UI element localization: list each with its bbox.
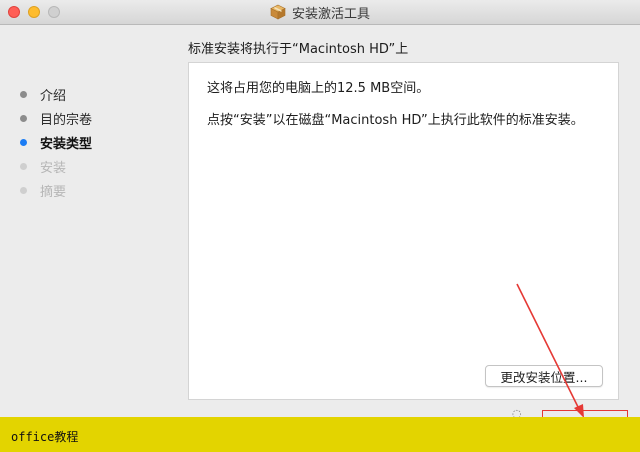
step-label: 摘要 xyxy=(40,184,67,200)
page-header: 标准安装将执行于“Macintosh HD”上 xyxy=(188,42,409,57)
package-icon xyxy=(270,4,286,20)
step-summary: 摘要 xyxy=(18,178,168,202)
step-label: 介绍 xyxy=(40,88,67,104)
content-panel: 这将占用您的电脑上的12.5 MB空间。 点按“安装”以在磁盘“Macintos… xyxy=(188,62,619,400)
watermark-banner: office教程 xyxy=(0,417,640,452)
space-required-text: 这将占用您的电脑上的12.5 MB空间。 xyxy=(207,81,430,96)
window-title: 安装激活工具 xyxy=(291,6,370,22)
install-instruction-text: 点按“安装”以在磁盘“Macintosh HD”上执行此软件的标准安装。 xyxy=(207,113,584,128)
step-indicator-dot xyxy=(20,186,27,194)
step-introduction: 介绍 xyxy=(18,82,168,106)
banner-text: office教程 xyxy=(11,430,79,444)
window-title-group: 安装激活工具 xyxy=(0,0,640,24)
step-destination: 目的宗卷 xyxy=(18,106,168,130)
step-indicator-dot xyxy=(20,138,27,146)
change-install-location-button[interactable]: 更改安装位置... xyxy=(485,365,603,387)
step-label: 目的宗卷 xyxy=(40,112,93,128)
step-indicator-dot xyxy=(20,90,27,98)
step-label: 安装 xyxy=(40,160,67,176)
step-indicator-dot xyxy=(20,114,27,122)
step-installation-type: 安装类型 xyxy=(18,130,168,154)
title-bar: 安装激活工具 xyxy=(0,0,640,25)
step-label: 安装类型 xyxy=(40,136,93,152)
installer-steps: 介绍 目的宗卷 安装类型 安装 摘要 xyxy=(18,82,168,202)
installer-window: 安装激活工具 标准安装将执行于“Macintosh HD”上 介绍 目的宗卷 安… xyxy=(0,0,640,452)
step-install: 安装 xyxy=(18,154,168,178)
step-indicator-dot xyxy=(20,162,27,170)
